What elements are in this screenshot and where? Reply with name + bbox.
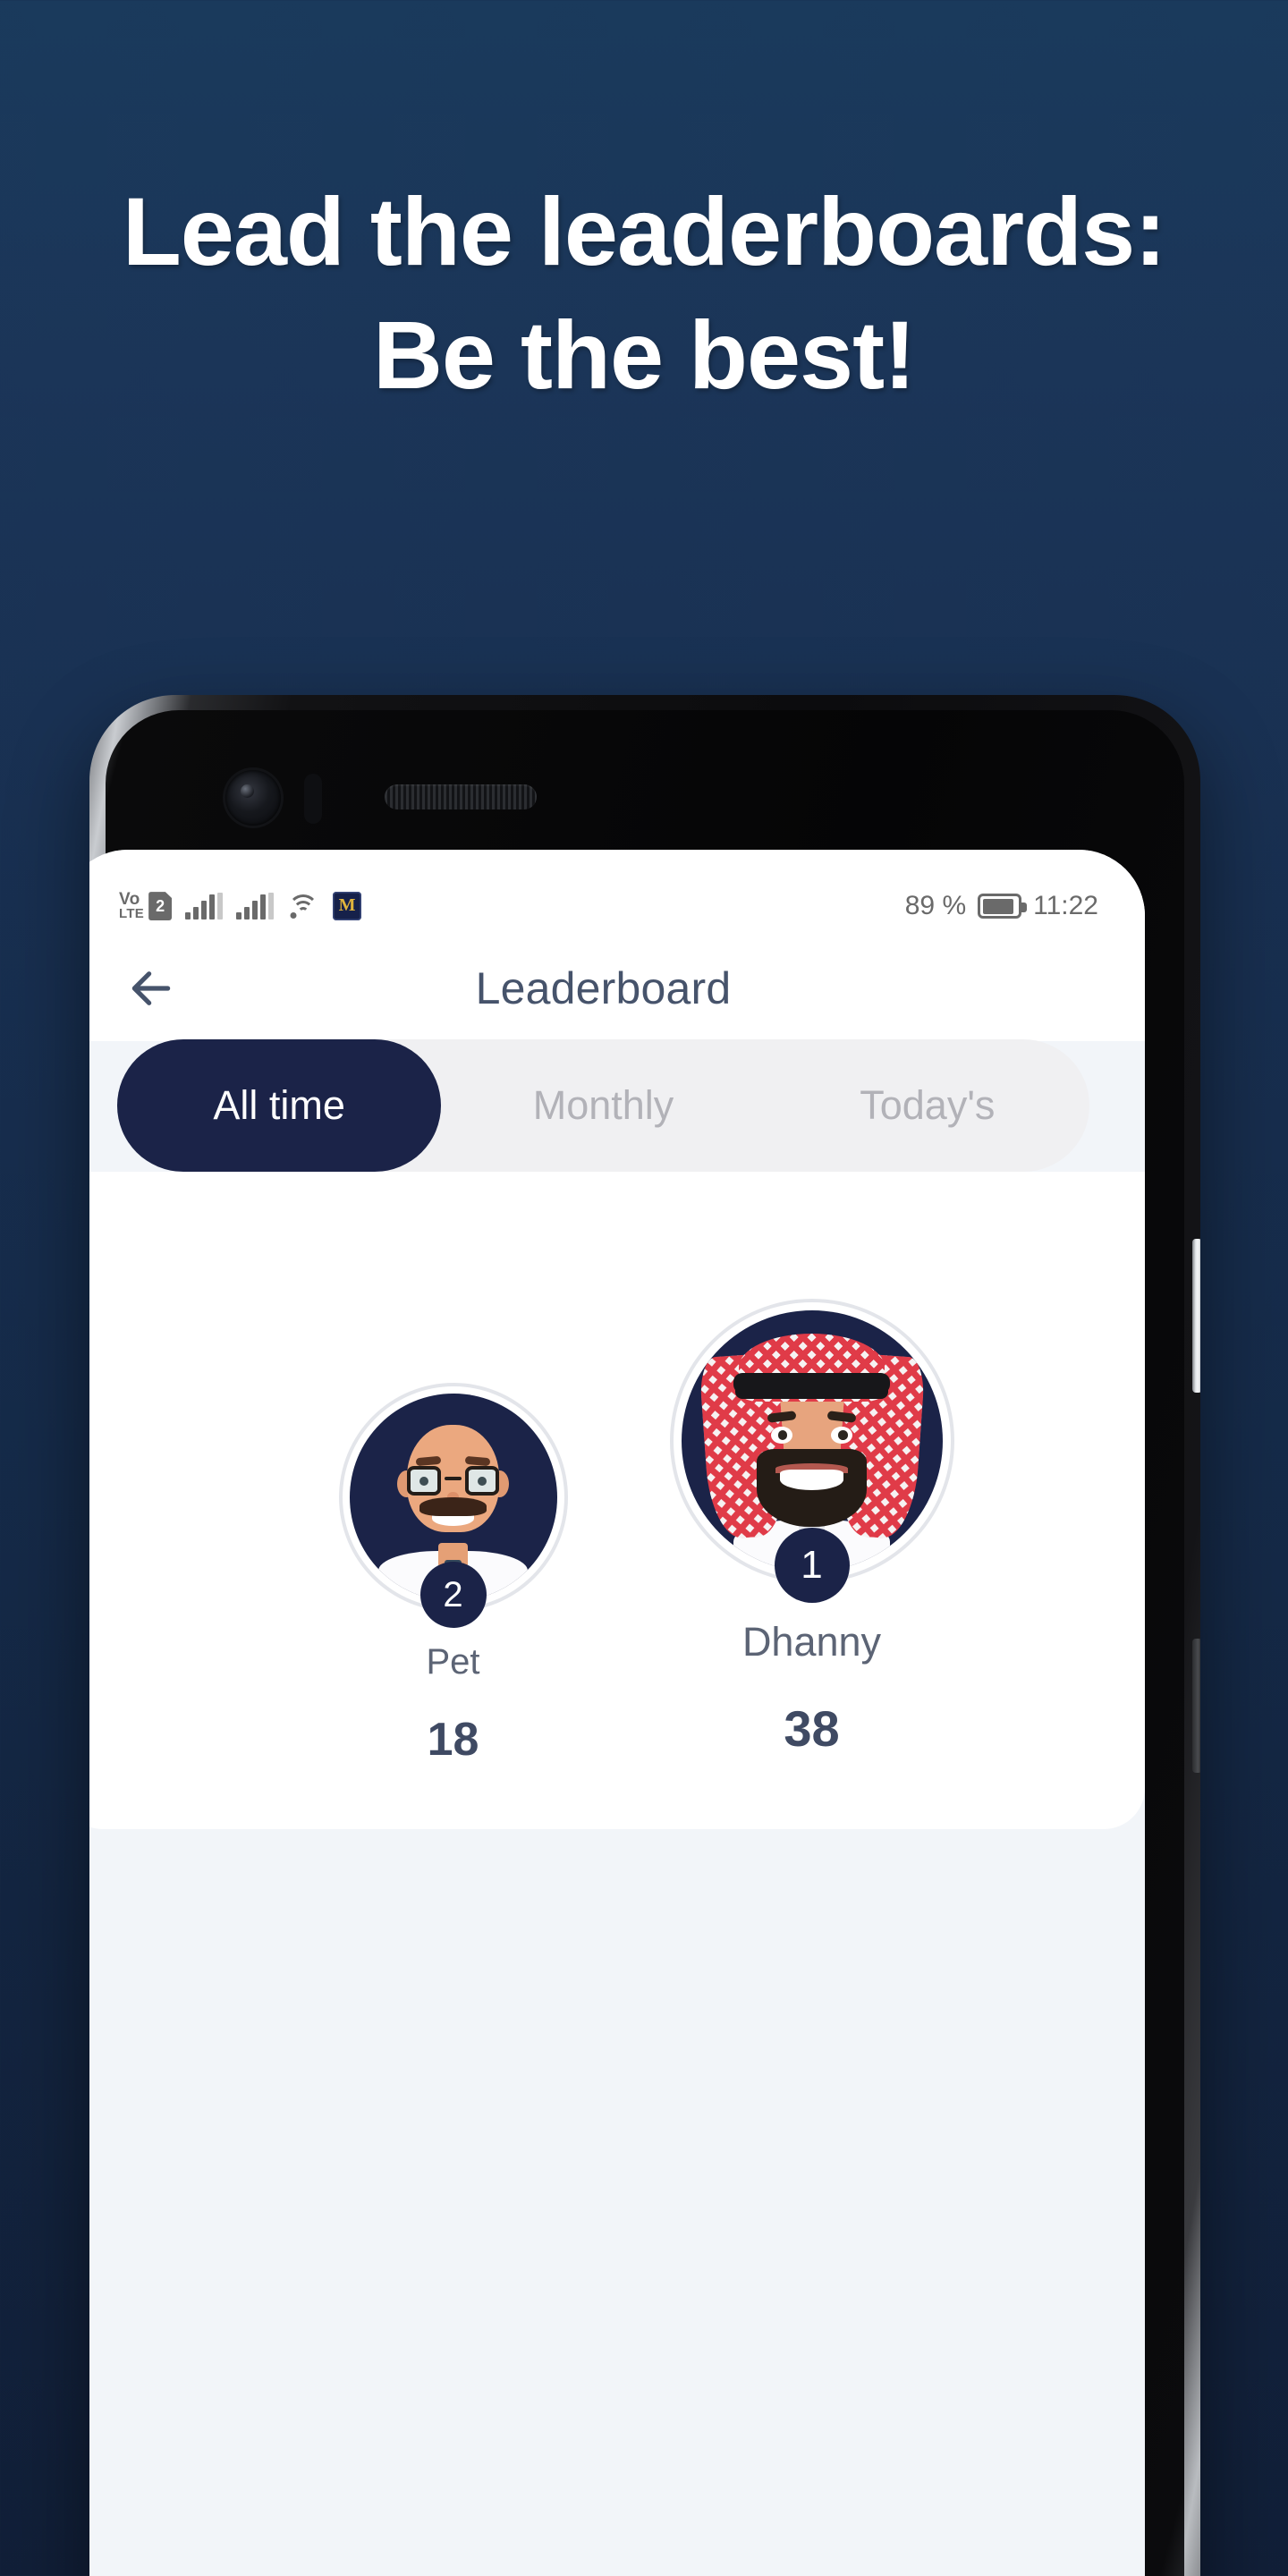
promo-headline: Lead the leaderboards: Be the best! <box>122 177 1166 410</box>
rank-badge-second: 2 <box>419 1562 487 1628</box>
tab-todays[interactable]: Today's <box>766 1039 1089 1172</box>
back-arrow-icon <box>131 971 171 1005</box>
app-header: Leaderboard <box>89 936 1145 1041</box>
rank-badge-first: 1 <box>774 1528 850 1603</box>
battery-percent-label: 89 % <box>904 891 967 920</box>
player-score-first: 38 <box>784 1700 840 1757</box>
leaderboard-entry-first[interactable]: 1 Dhanny 38 <box>673 1302 951 1758</box>
leaderboard-podium-card: 2 Pet 18 1 Dhanny 38 <box>89 1172 1145 1829</box>
leaderboard-entry-second[interactable]: 2 Pet 18 <box>342 1386 564 1767</box>
wifi-icon <box>287 893 319 919</box>
app-notification-icon: M <box>333 891 362 920</box>
player-score-second: 18 <box>427 1714 479 1766</box>
volte-indicator: Vo LTE 2 <box>119 891 173 921</box>
back-button[interactable] <box>117 954 185 1022</box>
earpiece-speaker-icon <box>385 784 537 809</box>
signal-bars-icon <box>185 892 224 919</box>
player-name-first: Dhanny <box>741 1619 882 1665</box>
clock-label: 11:22 <box>1033 891 1098 920</box>
battery-icon <box>978 894 1028 919</box>
player-name-second: Pet <box>426 1642 480 1682</box>
phone-mockup: Vo LTE 2 M 89 % 11:22 Leaderboard All ti… <box>89 695 1200 2576</box>
tab-monthly[interactable]: Monthly <box>441 1039 765 1172</box>
volume-button[interactable] <box>1192 1639 1200 1773</box>
volte-label-bottom: LTE <box>119 905 145 921</box>
leaderboard-period-tabs: All time Monthly Today's <box>117 1039 1089 1172</box>
proximity-sensor-icon <box>304 774 322 824</box>
power-button[interactable] <box>1192 1239 1200 1393</box>
app-screen: Vo LTE 2 M 89 % 11:22 Leaderboard All ti… <box>89 850 1145 2576</box>
tab-all-time[interactable]: All time <box>117 1039 442 1172</box>
signal-bars-icon-2 <box>236 892 275 919</box>
page-title: Leaderboard <box>475 963 732 1013</box>
sim-card-icon: 2 <box>148 892 173 921</box>
front-camera-icon <box>225 770 281 826</box>
status-bar: Vo LTE 2 M 89 % 11:22 <box>89 850 1145 936</box>
